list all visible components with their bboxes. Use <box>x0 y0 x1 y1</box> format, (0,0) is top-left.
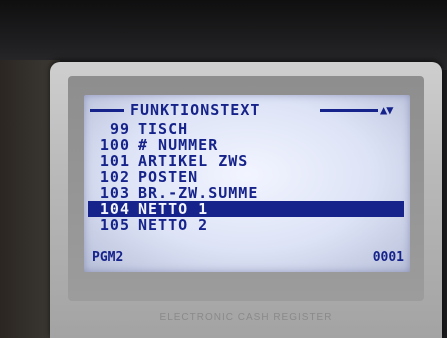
title-rule-left <box>90 109 124 112</box>
register-bezel: FUNKTIONSTEXT ▲▼ 99 TISCH 100 # NUMMER 101… <box>50 62 442 338</box>
item-number: 101 <box>99 152 130 170</box>
title-rule-right <box>320 109 378 112</box>
list-item[interactable]: 99 TISCH <box>90 121 406 137</box>
list-item[interactable]: 101 ARTIKEL ZWS <box>90 153 406 169</box>
list-item[interactable]: 100 # NUMMER <box>90 137 406 153</box>
function-list: 99 TISCH 100 # NUMMER 101 ARTIKEL ZWS 102 PO… <box>88 121 406 233</box>
list-item[interactable]: 105 NETTO 2 <box>90 217 406 233</box>
brand-label: ELECTRONIC CASH REGISTER <box>159 312 333 323</box>
item-number: 105 <box>99 216 130 234</box>
counter-readout: 0001 <box>372 250 404 265</box>
status-bar: PGM2 0001 <box>90 250 406 266</box>
list-item-selected[interactable]: 104 NETTO 1 <box>88 201 404 217</box>
item-number: 103 <box>99 184 130 202</box>
scroll-arrows-icon: ▲▼ <box>380 103 393 117</box>
background-top <box>0 0 447 70</box>
screen-title: FUNKTIONSTEXT <box>130 101 261 119</box>
list-item[interactable]: 102 POSTEN <box>90 169 406 185</box>
lcd-display: FUNKTIONSTEXT ▲▼ 99 TISCH 100 # NUMMER 101… <box>84 95 410 272</box>
item-number: 99 <box>109 120 130 138</box>
item-label: NETTO 2 <box>138 216 209 234</box>
item-number: 102 <box>99 168 130 186</box>
item-number: 104 <box>99 200 130 218</box>
list-item[interactable]: 103 BR.-ZW.SUMME <box>90 185 406 201</box>
mode-indicator: PGM2 <box>92 250 124 265</box>
item-number: 100 <box>99 136 130 154</box>
title-row: FUNKTIONSTEXT ▲▼ <box>90 101 406 119</box>
